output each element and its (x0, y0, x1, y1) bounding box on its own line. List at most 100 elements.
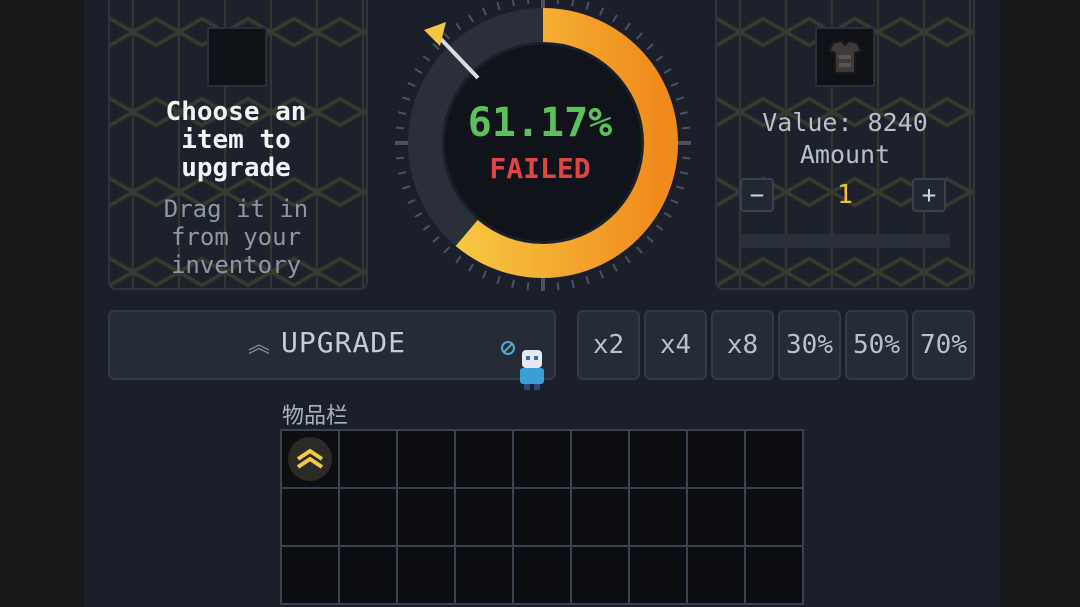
inventory-slot[interactable] (572, 489, 628, 545)
multiplier-button-2[interactable]: x8 (711, 310, 774, 380)
dial-tick (401, 96, 411, 101)
amount-value: 1 (837, 180, 853, 210)
prompt-line: item to (181, 125, 291, 155)
dial-tick (432, 235, 440, 243)
inventory-slot[interactable] (514, 489, 570, 545)
dial-tick (646, 235, 654, 243)
inventory-slot[interactable] (340, 431, 396, 487)
dial-tick (675, 185, 685, 190)
dial-tick (407, 199, 416, 205)
inventory-slot[interactable] (340, 547, 396, 603)
inventory-slot[interactable] (630, 547, 686, 603)
choose-item-prompt: Choose an item to upgrade (130, 98, 342, 182)
left-backdrop (0, 0, 82, 607)
inventory-slot[interactable] (282, 431, 338, 487)
inventory-slot[interactable] (398, 489, 454, 545)
double-chevron-up-icon: ︽ (248, 333, 272, 358)
multiplier-button-5[interactable]: 70% (912, 310, 975, 380)
dial-tick (655, 224, 664, 231)
target-item-slot[interactable] (207, 27, 267, 87)
dial-tick (511, 279, 515, 288)
dial-tick (675, 96, 685, 101)
dial-tick (401, 185, 411, 190)
inventory-slot[interactable] (688, 489, 744, 545)
prompt-line: upgrade (181, 153, 291, 183)
inventory-slot[interactable] (398, 431, 454, 487)
inventory-slot[interactable] (688, 431, 744, 487)
dial-tick (422, 224, 431, 231)
multiplier-button-1[interactable]: x4 (644, 310, 707, 380)
character-cursor-icon (501, 341, 544, 390)
inventory-slot[interactable] (572, 547, 628, 603)
dial-tick (646, 43, 654, 51)
inventory-slot[interactable] (514, 431, 570, 487)
dial-tick (496, 1, 501, 11)
chance-dial (395, 0, 691, 291)
dial-tick (398, 111, 407, 115)
upgrade-token-icon (288, 437, 332, 481)
dial-tick (663, 212, 672, 218)
multiplier-button-0[interactable]: x2 (577, 310, 640, 380)
inventory-slot[interactable] (746, 547, 802, 603)
upgrade-text: UPGRADE (281, 326, 407, 359)
inventory-slot[interactable] (630, 431, 686, 487)
dial-tick (585, 1, 590, 11)
amount-label: Amount (799, 140, 891, 169)
dial-tick (679, 171, 688, 175)
dial-tick (455, 22, 462, 31)
dial-tick (481, 7, 487, 16)
inventory-slot[interactable] (746, 431, 802, 487)
dial-tick (612, 14, 618, 23)
inventory-slot[interactable] (282, 489, 338, 545)
amount-decrease-button[interactable]: − (740, 178, 774, 212)
inventory-slot[interactable] (340, 489, 396, 545)
dial-tick (526, 282, 530, 291)
amount-increase-button[interactable]: + (912, 178, 946, 212)
dial-tick (468, 14, 474, 23)
hint-line: from your (170, 223, 302, 251)
inventory-slot[interactable] (282, 547, 338, 603)
dial-tick (663, 68, 672, 74)
dial-tick (481, 270, 487, 279)
upgrade-button-label: ︽ UPGRADE (248, 326, 406, 359)
chestplate-icon (827, 39, 863, 74)
drag-hint: Drag it in from your inventory (130, 195, 342, 279)
hint-line: Drag it in (163, 195, 309, 223)
inventory-slot[interactable] (688, 547, 744, 603)
prompt-line: Choose an (165, 97, 307, 127)
amount-slider[interactable] (740, 234, 950, 248)
dial-tick (585, 275, 590, 285)
dial-tick (556, 282, 560, 291)
inventory-slot[interactable] (456, 489, 512, 545)
dial-tick (511, 0, 515, 7)
multiplier-button-4[interactable]: 50% (845, 310, 908, 380)
dial-tick (398, 171, 407, 175)
dial-tick (455, 255, 462, 264)
dial-tick (414, 212, 423, 218)
inventory-slot[interactable] (456, 431, 512, 487)
dial-tick (682, 126, 691, 130)
item-value: Value: 8240 (762, 108, 928, 137)
dial-tick (395, 126, 404, 130)
inventory-slot[interactable] (456, 547, 512, 603)
right-backdrop (1000, 0, 1080, 607)
inventory-slot[interactable] (514, 547, 570, 603)
dial-tick (422, 55, 431, 62)
dial-tick (635, 32, 643, 40)
dial-tick (679, 111, 688, 115)
dial-tick (599, 270, 605, 279)
dial-tick (468, 263, 474, 272)
inventory-slot[interactable] (630, 489, 686, 545)
dial-tick (612, 263, 618, 272)
inventory-slot[interactable] (572, 431, 628, 487)
dial-tick (556, 0, 560, 4)
inventory-slot[interactable] (746, 489, 802, 545)
dial-tick (670, 199, 679, 205)
chance-percentage: 61.17% (467, 100, 613, 146)
inventory-slot[interactable] (398, 547, 454, 603)
dial-tick (624, 255, 631, 264)
dial-tick (443, 32, 451, 40)
dial-tick (526, 0, 530, 4)
multiplier-button-3[interactable]: 30% (778, 310, 841, 380)
source-item-slot[interactable] (815, 27, 875, 87)
